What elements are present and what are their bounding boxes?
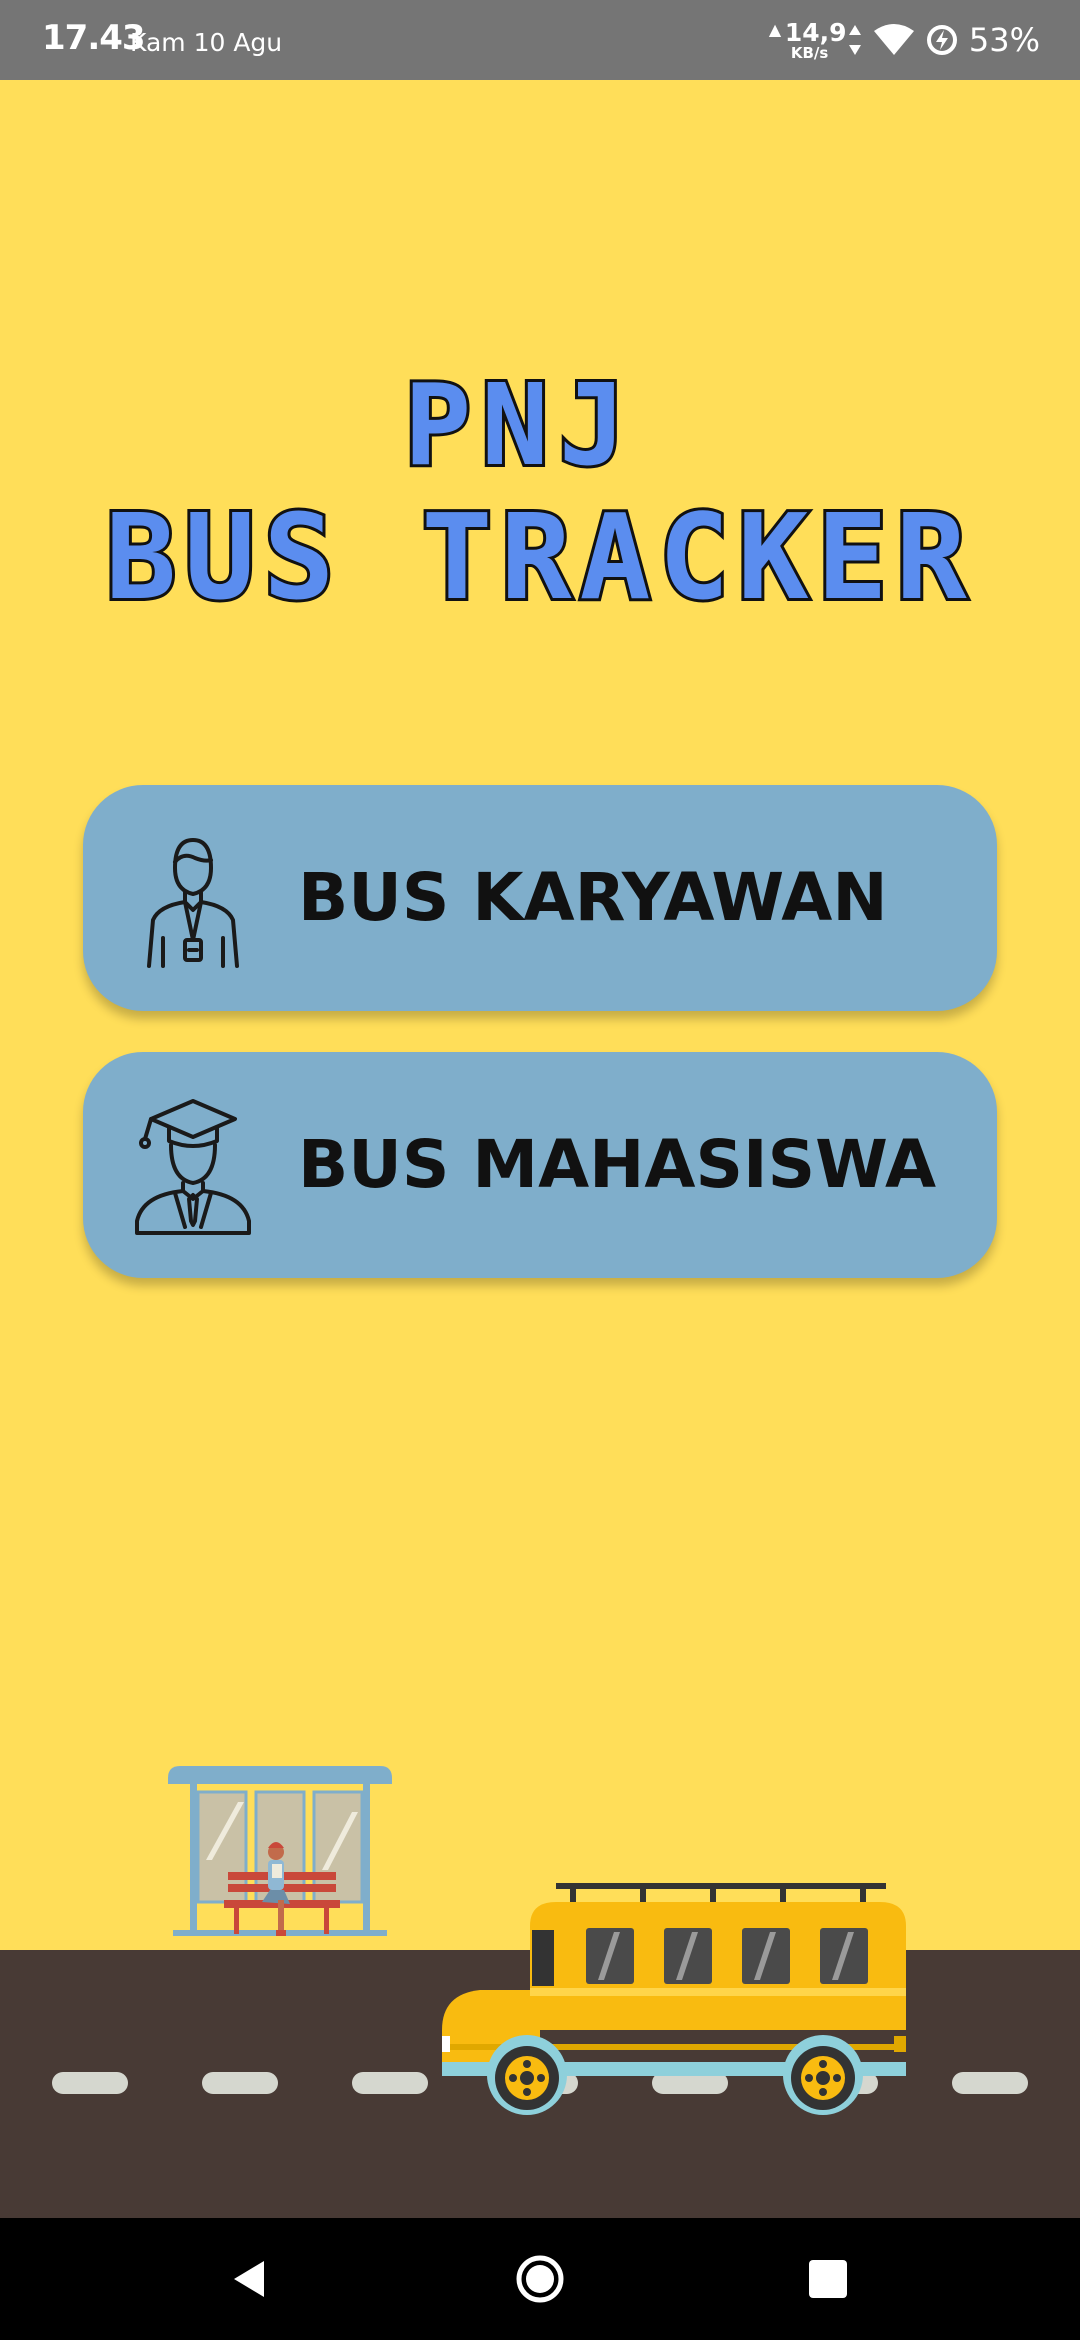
app-title: PNJ BUS TRACKER	[0, 361, 1080, 626]
bus-karyawan-button[interactable]: BUS KARYAWAN	[83, 785, 997, 1011]
bus-wheel-front	[495, 2046, 559, 2110]
battery-percent: 53%	[968, 21, 1040, 59]
status-icons: ▲ 14,9 KB/s 53%	[769, 18, 1040, 62]
screen: 17.43 Kam 10 Agu ▲ 14,9 KB/s 53% PNJ BUS…	[0, 0, 1080, 2340]
bus-stop-shelter	[168, 1766, 392, 1936]
data-activity-icon	[848, 25, 861, 55]
navigation-bar	[0, 2218, 1080, 2340]
employee-icon	[147, 838, 239, 968]
status-bar: 17.43 Kam 10 Agu ▲ 14,9 KB/s 53%	[0, 0, 1080, 80]
home-icon[interactable]	[512, 2251, 568, 2307]
status-date: Kam 10 Agu	[130, 28, 283, 57]
battery-saver-icon	[926, 25, 957, 55]
graduate-student-icon	[135, 1099, 251, 1235]
network-speed: ▲ 14,9 KB/s	[769, 18, 847, 62]
bus-stop-illustration	[0, 1766, 1080, 2220]
bus-karyawan-label: BUS KARYAWAN	[298, 859, 888, 936]
network-speed-value: 14,9	[784, 18, 847, 47]
bus-mahasiswa-button[interactable]: BUS MAHASISWA	[83, 1052, 997, 1278]
bus-wheel-rear	[791, 2046, 855, 2110]
recents-icon[interactable]	[800, 2251, 856, 2307]
back-icon[interactable]	[222, 2251, 278, 2307]
upload-arrow-icon: ▲	[768, 20, 782, 39]
app-title-line2: BUS TRACKER	[102, 488, 975, 626]
network-speed-unit: KB/s	[790, 44, 829, 62]
bus-mahasiswa-label: BUS MAHASISWA	[298, 1126, 937, 1203]
app-title-line1: PNJ	[401, 361, 637, 491]
wifi-icon	[873, 24, 914, 55]
